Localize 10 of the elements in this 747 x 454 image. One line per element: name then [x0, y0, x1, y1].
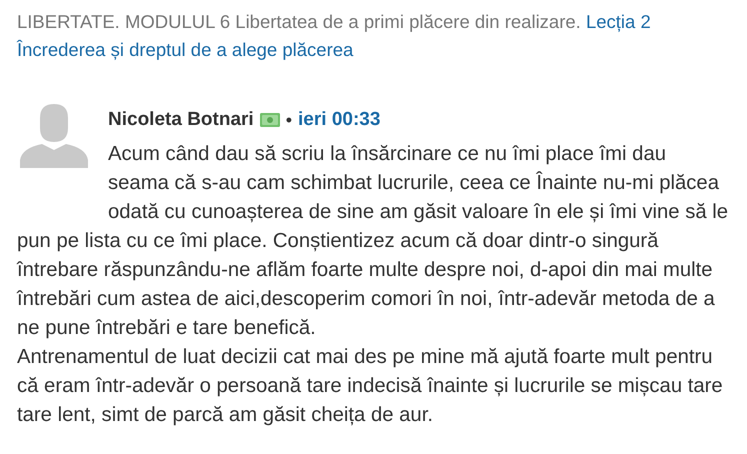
comment-paragraph: Antrenamentul de luat decizii cat mai des pe mine mă ajută foarte mult pentru că eram într-adevăr o persoană tare indecisă înainte și lucrurile se mișcau tare tare lent, simt de parcă am găsit cheița de aur.	[17, 345, 724, 428]
comment-time[interactable]: ieri 00:33	[298, 109, 380, 131]
lesson-link[interactable]: Încrederea și dreptul de a alege plăcerea	[17, 39, 354, 60]
avatar-icon	[20, 104, 88, 168]
breadcrumb-text: LIBERTATE. MODULUL 6 Libertatea de a primi plăcere din realizare.	[17, 11, 581, 32]
lesson-link[interactable]: Lecția 2	[586, 11, 651, 32]
banknote-icon	[260, 113, 280, 127]
author-name: Nicoleta Botnari	[108, 109, 254, 131]
comment-paragraph: Acum când dau să scriu la însărcinare ce nu îmi place îmi dau seama că s-au cam schimbat lucrurile, ceea ce Înainte nu-mi plăcea odată cu cunoașterea de sine am găsit valoare în ele și îmi vine să le pun pe lista cu ce îmi place. Conștientizez acum că doar dintr-o singură întrebare răspunzându-ne aflăm foarte multe despre noi, d-apoi din mai multe întrebări cum astea de aici,descoperim comori în noi, într-adevăr metoda de a ne pune întrebări e tare benefică.	[17, 142, 730, 341]
separator-dot: •	[286, 110, 292, 130]
